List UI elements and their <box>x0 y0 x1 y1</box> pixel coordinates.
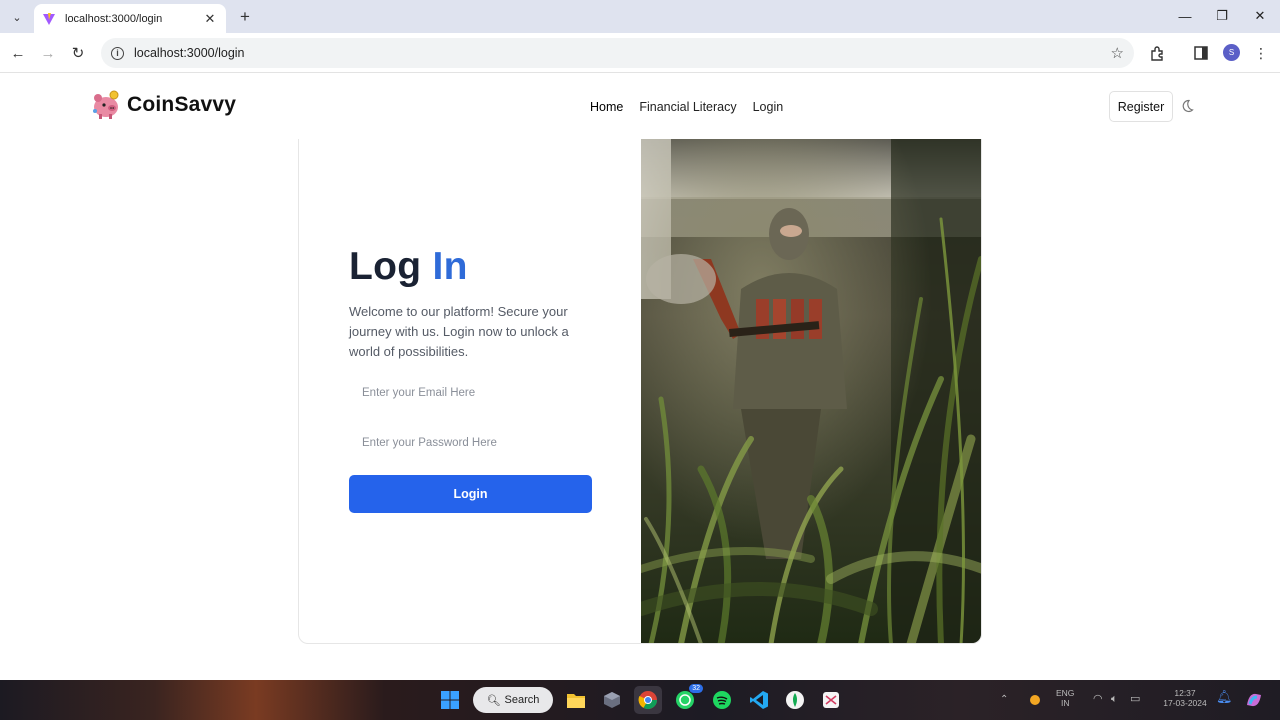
address-bar[interactable]: i localhost:3000/login ☆ <box>101 38 1134 68</box>
os-taskbar: 🔍︎ Search 32 ⌃ ENG IN ◠ 🔈︎ ▭ 12:37 17-03… <box>0 680 1280 720</box>
password-field[interactable] <box>349 426 591 460</box>
extensions-puzzle-icon[interactable] <box>1146 42 1168 64</box>
reload-icon[interactable]: ↻ <box>66 41 90 65</box>
nav-link-financial-literacy[interactable]: Financial Literacy <box>639 100 736 114</box>
vite-favicon-icon <box>43 12 55 25</box>
login-subtitle: Welcome to our platform! Secure your jou… <box>349 304 569 359</box>
volume-icon[interactable]: 🔈︎ <box>1111 694 1118 705</box>
site-info-icon[interactable]: i <box>111 46 124 60</box>
search-icon: 🔍︎ <box>486 694 501 707</box>
notification-bell-icon[interactable]: 🔔︎ <box>1216 690 1233 703</box>
snipping-tool-icon[interactable] <box>817 686 845 714</box>
side-panel-icon[interactable] <box>1190 42 1212 64</box>
nav-link-login[interactable]: Login <box>753 100 784 114</box>
piggy-bank-icon <box>93 90 119 119</box>
page-title: Log In <box>349 245 468 289</box>
browser-menu-kebab-icon[interactable]: ⋮ <box>1250 42 1272 64</box>
tray-chevron-icon[interactable]: ⌃ <box>1000 695 1008 705</box>
browser-toolbar: ← → ↻ i localhost:3000/login ☆ S ⋮ <box>0 33 1280 73</box>
tab-close-icon[interactable]: ✕ <box>202 11 218 27</box>
url-text[interactable]: localhost:3000/login <box>134 46 1111 60</box>
dark-mode-moon-icon[interactable] <box>1179 98 1195 114</box>
login-form-panel: Log In Welcome to our platform! Secure y… <box>299 139 641 643</box>
clock[interactable]: 12:37 17-03-2024 <box>1158 688 1212 708</box>
battery-icon[interactable]: ▭ <box>1130 694 1140 705</box>
window-close-icon[interactable]: ✕ <box>1243 4 1277 28</box>
title-main: Log <box>349 245 422 288</box>
back-arrow-icon[interactable]: ← <box>6 41 30 65</box>
browser-tab-bar: ⌄ localhost:3000/login ✕ + — ❐ ✕ <box>0 0 1280 33</box>
spotify-icon[interactable] <box>708 686 736 714</box>
chrome-icon[interactable] <box>634 686 662 714</box>
copilot-icon[interactable] <box>1240 686 1268 714</box>
bookmark-star-icon[interactable]: ☆ <box>1111 44 1124 62</box>
taskbar-search[interactable]: 🔍︎ Search <box>473 687 553 713</box>
login-submit-button[interactable]: Login <box>349 475 592 513</box>
title-accent: In <box>432 245 468 288</box>
browser-tab-active[interactable]: localhost:3000/login ✕ <box>34 4 226 33</box>
new-tab-button[interactable]: + <box>234 6 256 28</box>
forward-arrow-icon[interactable]: → <box>36 41 60 65</box>
windows-start-icon[interactable] <box>436 686 464 714</box>
whatsapp-unread-badge: 32 <box>689 684 703 693</box>
nav-link-home[interactable]: Home <box>590 100 623 114</box>
region-code: IN <box>1060 698 1070 708</box>
register-button[interactable]: Register <box>1109 91 1173 122</box>
wifi-icon[interactable]: ◠ <box>1093 694 1103 705</box>
clock-date: 17-03-2024 <box>1163 698 1207 708</box>
brand-logo[interactable]: CoinSavvy <box>90 89 236 121</box>
brand-name: CoinSavvy <box>127 93 237 116</box>
minimize-icon[interactable]: — <box>1168 4 1202 28</box>
tab-search-chevron-icon[interactable]: ⌄ <box>6 6 28 28</box>
clock-time: 12:37 <box>1174 688 1196 698</box>
hero-image <box>641 139 981 643</box>
main-nav: Home Financial Literacy Login <box>590 100 799 114</box>
vscode-icon[interactable] <box>745 686 773 714</box>
file-explorer-icon[interactable] <box>562 686 590 714</box>
taskbar-search-label: Search <box>504 694 540 706</box>
tab-title: localhost:3000/login <box>65 12 163 25</box>
profile-avatar[interactable]: S <box>1223 44 1240 61</box>
soldier-in-grass-photo <box>641 139 981 643</box>
language-code: ENG <box>1056 688 1075 698</box>
input-language[interactable]: ENG IN <box>1056 688 1074 708</box>
email-field[interactable] <box>349 376 591 410</box>
whatsapp-icon[interactable]: 32 <box>671 684 703 714</box>
app-cube-icon[interactable] <box>598 686 626 714</box>
weather-icon[interactable] <box>1024 686 1046 714</box>
login-card: Log In Welcome to our platform! Secure y… <box>298 139 982 644</box>
restore-icon[interactable]: ❐ <box>1205 4 1239 28</box>
mongodb-compass-icon[interactable] <box>781 686 809 714</box>
